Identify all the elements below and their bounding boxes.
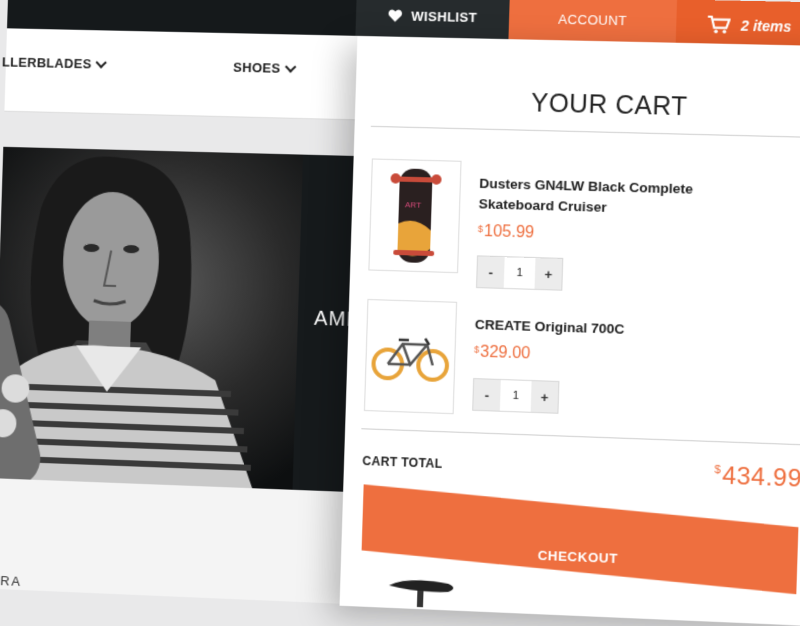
currency-symbol: $ xyxy=(477,223,484,235)
page-scene: LLERBLADES SHOES AME BRA WISHLIST ACCOUN… xyxy=(0,0,800,626)
svg-text:ART: ART xyxy=(405,200,421,210)
content-section xyxy=(0,478,354,605)
wishlist-label: WISHLIST xyxy=(410,7,478,25)
decrease-quantity-button[interactable]: - xyxy=(477,256,505,288)
bike-seat-image xyxy=(388,579,454,607)
chevron-down-icon xyxy=(95,56,108,68)
skateboard-image: ART xyxy=(390,168,441,263)
account-button[interactable]: ACCOUNT xyxy=(508,0,678,43)
quantity-input[interactable]: 1 xyxy=(499,380,532,412)
product-price: $105.99 xyxy=(477,222,535,243)
cart-item: ART Dusters GN4LW Black Complete Skatebo… xyxy=(368,158,800,291)
quantity-input[interactable]: 1 xyxy=(503,257,536,289)
cart-total-value: $434.99 xyxy=(714,462,800,494)
price-value: 105.99 xyxy=(483,222,535,242)
divider xyxy=(361,428,800,446)
increase-quantity-button[interactable]: + xyxy=(530,381,559,413)
total-amount: 434.99 xyxy=(721,461,800,493)
nav-item-label: SHOES xyxy=(232,59,281,76)
product-price: $329.00 xyxy=(474,343,531,363)
section-heading: BRA xyxy=(0,572,23,590)
wishlist-button[interactable]: WISHLIST xyxy=(355,0,510,40)
checkout-label: CHECKOUT xyxy=(537,547,619,567)
quantity-stepper: - 1 + xyxy=(476,255,564,291)
cart-item-count: 2 items xyxy=(740,17,792,35)
nav-item-label: LLERBLADES xyxy=(1,54,92,72)
currency-symbol: $ xyxy=(473,344,480,355)
heart-icon xyxy=(389,9,403,22)
bicycle-image xyxy=(371,337,449,382)
divider xyxy=(370,125,800,138)
product-name[interactable]: CREATE Original 700C xyxy=(475,315,724,344)
cart-dropdown-panel: YOUR CART ART Dusters GN4LW Black Comple… xyxy=(339,35,800,626)
increase-quantity-button[interactable]: + xyxy=(534,258,563,290)
price-value: 329.00 xyxy=(479,343,531,363)
cart-title: YOUR CART xyxy=(530,88,688,122)
product-thumbnail[interactable]: ART xyxy=(368,158,462,274)
product-thumbnail[interactable] xyxy=(363,298,458,415)
nav-item-rollerblades[interactable]: LLERBLADES xyxy=(1,54,108,72)
nav-item-shoes[interactable]: SHOES xyxy=(232,59,297,77)
quantity-stepper: - 1 + xyxy=(472,378,560,414)
cart-item: CREATE Original 700C $329.00 - 1 + xyxy=(363,298,800,427)
product-name[interactable]: Dusters GN4LW Black Complete Skateboard … xyxy=(478,174,727,222)
chevron-down-icon xyxy=(284,60,297,73)
account-label: ACCOUNT xyxy=(558,10,628,28)
currency-symbol: $ xyxy=(714,463,722,477)
decrease-quantity-button[interactable]: - xyxy=(473,379,501,411)
shopping-cart-icon xyxy=(707,16,731,34)
cart-total-label: CART TOTAL xyxy=(362,453,443,472)
